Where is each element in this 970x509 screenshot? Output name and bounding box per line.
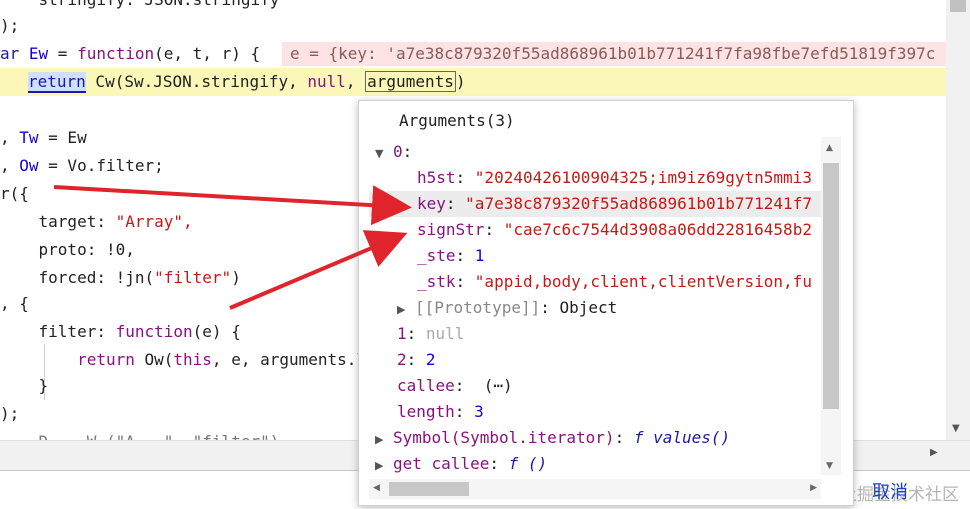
scroll-right-arrow-icon[interactable]: ▶	[810, 483, 817, 493]
scroll-left-arrow-icon[interactable]: ◀	[373, 483, 380, 493]
tree-row-2[interactable]: 2: 2	[397, 347, 436, 373]
return-keyword: return	[28, 72, 86, 93]
tree-row-symbol-iterator[interactable]: ▶ Symbol(Symbol.iterator): f values()	[375, 425, 730, 451]
code-line: r({	[0, 184, 29, 203]
scroll-up-arrow-icon[interactable]: ▲	[826, 143, 833, 153]
tree-row-stk[interactable]: _stk: "appid,body,client,clientVersion,f…	[417, 269, 812, 295]
collapse-triangle-icon[interactable]: ▶	[375, 453, 393, 475]
tree-row-h5st[interactable]: h5st: "20240426100904325;im9iz69gytn5mmi…	[417, 165, 812, 191]
tree-row-0[interactable]: ▼ 0:	[375, 139, 412, 165]
tree-row-signstr[interactable]: signStr: "cae7c6c7544d3908a06dd22816458b…	[417, 217, 812, 243]
code-line: stringify: JSON.stringify	[0, 0, 280, 14]
code-line: target: "Array",	[0, 212, 193, 231]
code-line: D... W.("A...", "filter")	[0, 428, 280, 440]
code-line: forced: !jn("filter")	[0, 268, 241, 287]
code-line: filter: function(e) {	[0, 322, 241, 341]
collapse-triangle-icon[interactable]: ▶	[375, 427, 393, 453]
expand-triangle-icon[interactable]: ▼	[375, 141, 393, 167]
popover-title: Arguments(3)	[399, 111, 515, 130]
scroll-right-arrow-icon[interactable]: ▶	[930, 447, 938, 458]
cancel-button[interactable]: 取消	[872, 478, 908, 504]
tree-row-key[interactable]: key: "a7e38c879320f55ad868961b01b771241f…	[369, 191, 821, 217]
popover-vertical-scrollbar[interactable]: ▲ ▼	[821, 137, 841, 475]
arguments-token[interactable]: arguments	[365, 71, 456, 92]
code-line: , Tw = Ew	[0, 128, 87, 147]
code-line: ar Ew = function(e, t, r) {	[0, 44, 261, 63]
code-line: return Ow(this, e, arguments.l	[0, 350, 367, 369]
scrollbar-thumb[interactable]	[823, 163, 839, 409]
tree-row-length[interactable]: length: 3	[397, 399, 484, 425]
code-line: }	[0, 376, 49, 395]
tree-row-ste[interactable]: _ste: 1	[417, 243, 484, 269]
tree-row-callee[interactable]: callee: (⋯)	[397, 373, 513, 399]
editor-vertical-scrollbar[interactable]: ▼	[946, 0, 970, 440]
scrollbar-thumb[interactable]	[389, 482, 469, 496]
scrollbar-thumb[interactable]	[950, 0, 966, 12]
code-line: proto: !0,	[0, 240, 135, 259]
scroll-down-arrow-icon[interactable]: ▼	[952, 423, 960, 434]
object-tree[interactable]: ▼ 0: h5st: "20240426100904325;im9iz69gytn…	[359, 137, 821, 475]
tree-row-prototype[interactable]: ▶ [[Prototype]]: Object	[397, 295, 617, 321]
code-line: , Ow = Vo.filter;	[0, 156, 164, 175]
code-line: , {	[0, 294, 29, 313]
tree-row-get-callee[interactable]: ▶ get callee: f ()	[375, 451, 547, 475]
collapse-triangle-icon[interactable]: ▶	[397, 297, 415, 323]
arguments-popover[interactable]: Arguments(3) ▼ 0: h5st: "2024042610090432…	[358, 100, 854, 506]
code-line: );	[0, 16, 20, 35]
code-line-paused: return Cw(Sw.JSON.stringify, null, argum…	[28, 71, 466, 93]
popover-horizontal-scrollbar[interactable]: ◀ ▶	[369, 479, 821, 499]
tree-row-1[interactable]: 1: null	[397, 321, 464, 347]
inline-value-preview: e = {key: 'a7e38c879320f55ad868961b01b77…	[282, 42, 946, 66]
code-line: );	[0, 404, 20, 423]
scroll-down-arrow-icon[interactable]: ▼	[826, 461, 833, 471]
